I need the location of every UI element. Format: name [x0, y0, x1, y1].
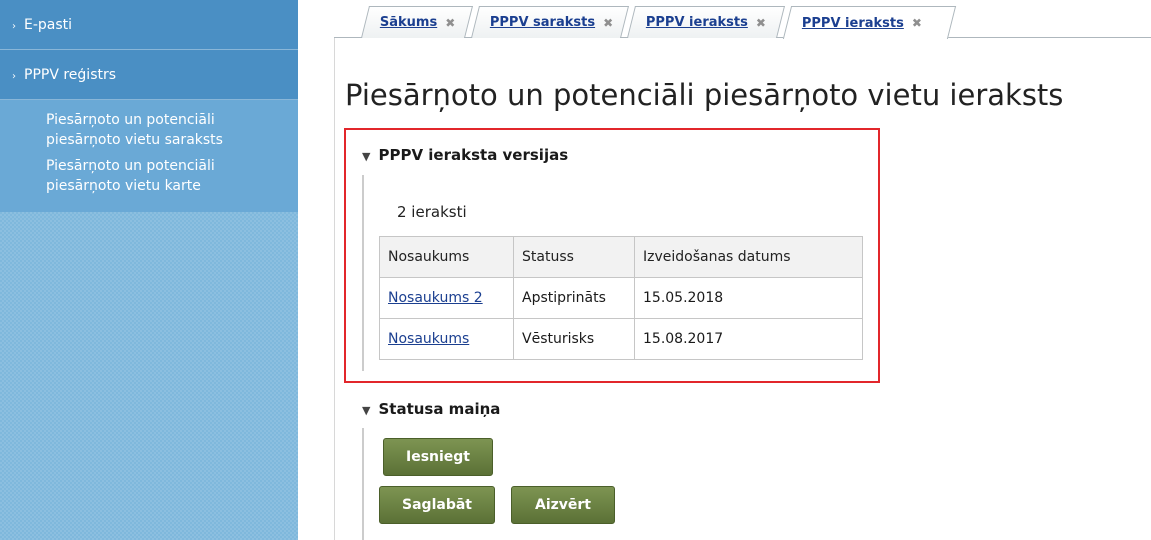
tab-label[interactable]: PPPV ieraksts	[802, 16, 904, 31]
version-link[interactable]: Nosaukums	[388, 331, 469, 347]
sidebar-link-vietu-karte[interactable]: Piesārņoto un potenciāli piesārņoto viet…	[0, 154, 298, 200]
versions-section-header[interactable]: ▼ PPPV ieraksta versijas	[362, 146, 568, 164]
tab-pppv-ieraksts[interactable]: PPPV ieraksts ✖	[627, 6, 785, 38]
collapse-triangle-icon: ▼	[362, 150, 371, 163]
close-icon[interactable]: ✖	[445, 16, 455, 30]
column-header-date: Izveidošanas datums	[634, 236, 863, 278]
tab-label[interactable]: PPPV ieraksts	[646, 15, 748, 30]
sidebar-link-line: piesārņoto vietu karte	[46, 178, 201, 194]
tab-label[interactable]: Sākums	[380, 15, 437, 30]
close-icon[interactable]: ✖	[756, 16, 766, 30]
chevron-right-icon: ›	[12, 71, 16, 82]
section-indent-line	[362, 175, 364, 371]
status-section-header[interactable]: ▼ Statusa maiņa	[362, 400, 500, 418]
tab-pppv-ieraksts-active[interactable]: PPPV ieraksts ✖	[782, 6, 957, 39]
collapse-triangle-icon: ▼	[362, 404, 371, 417]
section-indent-line	[362, 428, 364, 540]
tab-sakums[interactable]: Sākums ✖	[361, 6, 473, 38]
version-link[interactable]: Nosaukums 2	[388, 290, 483, 306]
table-cell-name: Nosaukums	[379, 318, 514, 360]
table-cell-date: 15.08.2017	[634, 318, 863, 360]
tab-pppv-saraksts[interactable]: PPPV saraksts ✖	[471, 6, 629, 38]
table-cell-date: 15.05.2018	[634, 277, 863, 319]
versions-table: Nosaukums Statuss Izveidošanas datums No…	[379, 236, 863, 360]
page-title: Piesārņoto un potenciāli piesārņoto viet…	[345, 78, 1064, 112]
sidebar-link-line: Piesārņoto un potenciāli	[46, 112, 215, 128]
sidebar-item-e-pasti[interactable]: › E-pasti	[0, 0, 298, 50]
close-icon[interactable]: ✖	[912, 16, 922, 30]
table-row: Nosaukums Vēsturisks 15.08.2017	[379, 318, 863, 360]
column-header-status: Statuss	[513, 236, 635, 278]
table-cell-name: Nosaukums 2	[379, 277, 514, 319]
table-cell-status: Apstiprināts	[513, 277, 635, 319]
chevron-right-icon: ›	[12, 21, 16, 32]
versions-heading: PPPV ieraksta versijas	[378, 146, 569, 164]
sidebar-item-label: E-pasti	[24, 17, 73, 33]
submit-button[interactable]: Iesniegt	[383, 438, 493, 476]
status-heading: Statusa maiņa	[378, 400, 501, 418]
sidebar-link-vietu-saraksts[interactable]: Piesārņoto un potenciāli piesārņoto viet…	[0, 108, 298, 154]
sidebar: › E-pasti › PPPV reģistrs Piesārņoto un po…	[0, 0, 298, 540]
sidebar-nav: › E-pasti › PPPV reģistrs	[0, 0, 298, 100]
table-row: Nosaukums 2 Apstiprināts 15.05.2018	[379, 277, 863, 319]
tab-label[interactable]: PPPV saraksts	[490, 15, 595, 30]
sidebar-submenu: Piesārņoto un potenciāli piesārņoto viet…	[0, 100, 298, 212]
sidebar-item-label: PPPV reģistrs	[24, 67, 117, 83]
table-cell-status: Vēsturisks	[513, 318, 635, 360]
close-icon[interactable]: ✖	[603, 16, 613, 30]
save-button[interactable]: Saglabāt	[379, 486, 495, 524]
sidebar-item-pppv-registrs[interactable]: › PPPV reģistrs	[0, 50, 298, 100]
column-header-name: Nosaukums	[379, 236, 514, 278]
sidebar-link-line: piesārņoto vietu saraksts	[46, 132, 223, 148]
record-count: 2 ieraksti	[397, 203, 467, 221]
close-button[interactable]: Aizvērt	[511, 486, 615, 524]
sidebar-link-line: Piesārņoto un potenciāli	[46, 158, 215, 174]
content-left-border	[334, 38, 335, 540]
table-header-row: Nosaukums Statuss Izveidošanas datums	[379, 236, 863, 278]
